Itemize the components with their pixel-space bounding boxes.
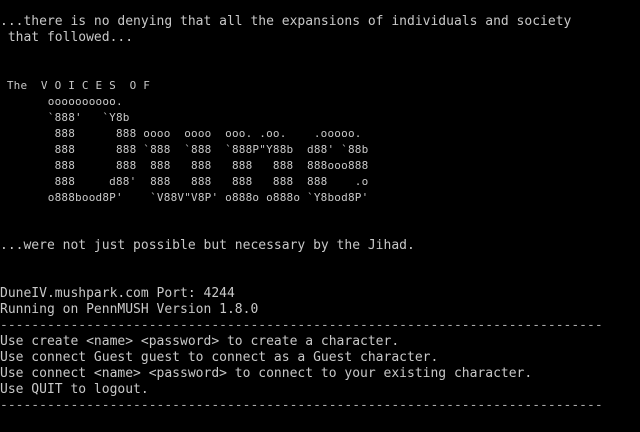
server-address-line: DuneIV.mushpark.com Port: 4244 [0,286,235,301]
divider-rule: ----------------------------------------… [0,318,603,333]
ascii-art-line: 888 d88' 888 888 888 888 888 .o [0,175,369,188]
server-version-line: Running on PennMUSH Version 1.8.0 [0,302,259,317]
instruction-create: Use create <name> <password> to create a… [0,334,400,349]
jihad-text-line: ...were not just possible but necessary … [0,238,415,253]
ascii-art-line: The V O I C E S O F [0,79,151,92]
terminal-screen[interactable]: ...there is no denying that all the expa… [0,0,640,432]
instruction-connect: Use connect <name> <password> to connect… [0,366,533,381]
ascii-art-line: 888 888 `888 `888 `888P"Y88b d88' `88b [0,143,369,156]
ascii-art-line: 888 888 888 888 888 888 888ooo888 [0,159,369,172]
ascii-art-line: `888' `Y8b [0,111,130,124]
instruction-quit: Use QUIT to logout. [0,382,149,397]
ascii-art-line: oooooooooo. [0,95,123,108]
status-bar: 2▼ 2↑ [0,412,640,432]
instruction-guest: Use connect Guest guest to connect as a … [0,350,439,365]
ascii-art-line: o888bood8P' `V88V"V8P' o888o o888o `Y8bo… [0,191,369,204]
ascii-art-line: 888 888 oooo oooo ooo. .oo. .ooooo. [0,127,362,140]
intro-text-line: ...there is no denying that all the expa… [0,14,572,29]
scroll-up-indicator[interactable]: 2↑ [32,412,88,432]
intro-text-line: that followed... [0,30,134,45]
